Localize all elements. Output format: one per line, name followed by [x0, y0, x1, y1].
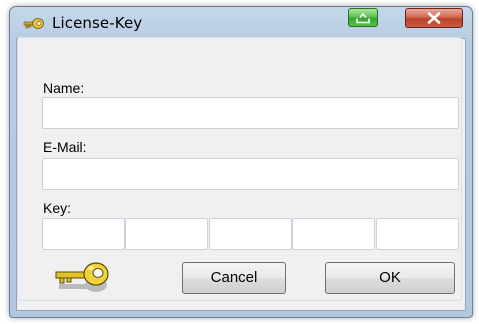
email-label: E-Mail:	[43, 139, 87, 155]
key-segment-5[interactable]	[376, 218, 459, 250]
close-button[interactable]	[405, 8, 463, 28]
key-segment-2[interactable]	[125, 218, 208, 250]
key-icon	[23, 16, 45, 32]
ok-button[interactable]: OK	[325, 262, 455, 294]
title-bar[interactable]: License-Key	[10, 7, 472, 39]
name-label: Name:	[43, 80, 85, 96]
window-title: License-Key	[52, 14, 143, 32]
key-icon	[54, 258, 114, 298]
cancel-button[interactable]: Cancel	[182, 262, 286, 294]
key-segment-3[interactable]	[209, 218, 292, 250]
upload-button[interactable]	[348, 8, 378, 27]
close-icon	[427, 12, 441, 24]
key-label: Key:	[43, 200, 72, 216]
email-input[interactable]	[42, 158, 459, 190]
key-segment-4[interactable]	[292, 218, 375, 250]
name-input[interactable]	[42, 97, 459, 129]
key-segment-1[interactable]	[42, 218, 125, 250]
upload-icon	[356, 12, 370, 23]
